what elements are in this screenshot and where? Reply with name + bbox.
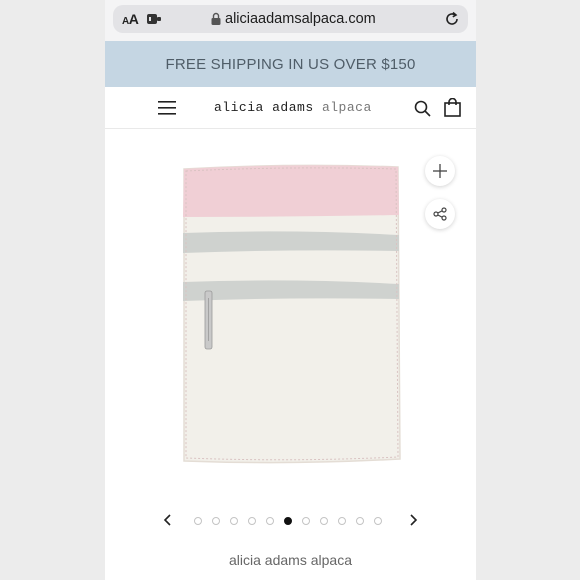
image-carousel [105,510,476,532]
carousel-dot[interactable] [302,517,310,525]
chevron-right-icon[interactable] [407,513,419,527]
search-icon[interactable] [414,100,431,117]
carousel-dot[interactable] [356,517,364,525]
product-gallery[interactable] [105,130,476,500]
phone-screen: AA aliciaadamsalpaca.com FREE SHIPPING I… [105,0,476,580]
site-header: alicia adams alpaca [105,87,476,129]
extension-icon[interactable] [147,13,161,25]
promo-banner: FREE SHIPPING IN US OVER $150 [105,41,476,87]
carousel-dot[interactable] [230,517,238,525]
carousel-dot[interactable] [212,517,220,525]
reload-icon[interactable] [444,11,460,27]
url-text: aliciaadamsalpaca.com [225,11,376,27]
carousel-dots [194,517,382,525]
share-button[interactable] [425,199,455,229]
product-caption: alicia adams alpaca [229,552,352,568]
plus-icon [433,164,447,178]
browser-address-bar: AA aliciaadamsalpaca.com [105,0,476,41]
brand-suffix: alpaca [321,100,372,115]
share-icon [433,207,447,221]
lock-icon [211,12,221,25]
carousel-dot[interactable] [374,517,382,525]
promo-text: FREE SHIPPING IN US OVER $150 [165,55,416,73]
url-bar[interactable]: AA aliciaadamsalpaca.com [113,5,468,33]
text-size-button[interactable]: AA [122,11,139,27]
shopping-bag-icon[interactable] [444,98,461,117]
carousel-dot[interactable] [338,517,346,525]
carousel-dot[interactable] [266,517,274,525]
carousel-dot[interactable] [320,517,328,525]
brand-logo[interactable]: alicia adams alpaca [214,100,372,115]
zoom-button[interactable] [425,156,455,186]
chevron-left-icon[interactable] [162,513,174,527]
carousel-dot[interactable] [194,517,202,525]
carousel-dot[interactable] [248,517,256,525]
blanket-image [183,164,401,464]
hamburger-menu-icon[interactable] [158,101,176,115]
brand-name: alicia adams [214,100,314,115]
carousel-dot[interactable] [284,517,292,525]
